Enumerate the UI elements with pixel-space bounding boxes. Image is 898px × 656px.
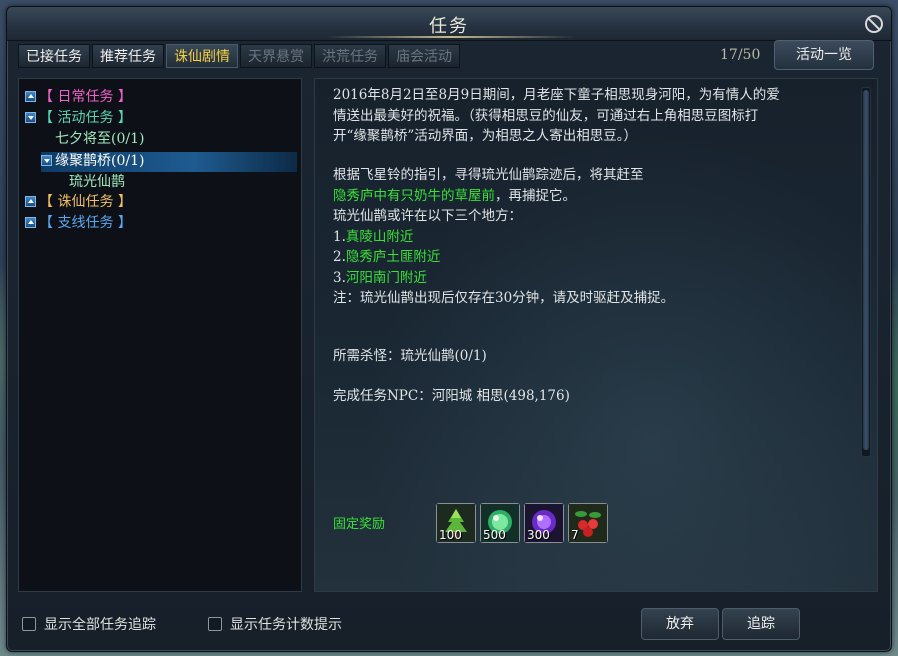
quest-tree-panel: 【 日常任务 】 【 活动任务 】 七夕将至(0/1) 缘聚鹊桥(0/1) 琉光… [18, 78, 302, 592]
intro-line: 情送出最美好的祝福。（获得相思豆的仙友，可通过右上角相思豆图标打 [333, 107, 759, 124]
expand-icon[interactable] [25, 195, 36, 207]
fixed-reward-label: 固定奖励 [333, 517, 386, 532]
reward-slot[interactable]: 300 [524, 503, 564, 543]
checkbox-label: 显示全部任务追踪 [44, 617, 156, 633]
category-label: 【 活动任务 】 [39, 110, 132, 126]
kill-requirement: 所需杀怪：琉光仙鹊(0/1) [333, 348, 487, 364]
category-label: 【 日常任务 】 [39, 89, 132, 105]
tab-accepted[interactable]: 已接任务 [18, 44, 90, 68]
show-count-tip-checkbox[interactable] [208, 617, 222, 631]
reward-count: 500 [483, 528, 506, 542]
scroll-thumb[interactable] [863, 90, 869, 450]
checkbox-label: 显示任务计数提示 [230, 617, 342, 633]
quest-label: 缘聚鹊桥(0/1) [55, 153, 145, 169]
category-label: 【 支线任务 】 [39, 215, 132, 231]
detail-scrollbar[interactable] [861, 87, 871, 457]
category-label: 【 诛仙任务 】 [39, 194, 132, 210]
tab-temple-fair[interactable]: 庙会活动 [388, 44, 460, 68]
show-count-tip-option[interactable]: 显示任务计数提示 [208, 614, 342, 634]
expand-icon[interactable] [25, 90, 36, 102]
quest-count: 17/50 [720, 47, 761, 63]
reward-count: 7 [571, 528, 579, 542]
guide-tail: ，再捕捉它。 [495, 187, 576, 204]
title-bar[interactable]: 任务 [7, 7, 891, 41]
tree-category-branch[interactable]: 【 支线任务 】 [25, 213, 132, 233]
collapse-icon[interactable] [41, 154, 52, 166]
tree-category-daily[interactable]: 【 日常任务 】 [25, 87, 132, 107]
location-number: 3. [333, 269, 346, 286]
quest-intro: 2016年8月2日至8月9日期间，月老座下童子相思现身河阳，为有情人的爱 情送出… [333, 85, 853, 147]
location-link[interactable]: 真陵山附近 [346, 229, 414, 245]
location-link[interactable]: 隐秀庐土匪附近 [346, 249, 441, 265]
activity-overview-button[interactable]: 活动一览 [774, 40, 874, 70]
location-number: 1. [333, 228, 346, 245]
tab-zhuxian-story[interactable]: 诛仙剧情 [166, 44, 238, 68]
quest-label: 七夕将至(0/1) [55, 131, 145, 147]
tab-heaven-bounty[interactable]: 天界悬赏 [240, 44, 312, 68]
tree-quest-yuanju-queqiao[interactable]: 缘聚鹊桥(0/1) [41, 151, 144, 171]
location-link[interactable]: 河阳南门附近 [346, 270, 427, 286]
track-button[interactable]: 追踪 [722, 608, 800, 640]
location-number: 2. [333, 249, 346, 265]
location-link[interactable]: 隐秀庐中有只奶牛的草屋前 [333, 188, 495, 204]
quest-guide: 根据飞星铃的指引，寻得琉光仙鹊踪迹后，将其赶至 隐秀庐中有只奶牛的草屋前，再捕捉… [333, 165, 853, 309]
abandon-button[interactable]: 放弃 [641, 608, 719, 640]
reward-count: 100 [439, 528, 462, 542]
close-icon[interactable] [865, 15, 883, 33]
intro-line: 2016年8月2日至8月9日期间，月老座下童子相思现身河阳，为有情人的爱 [333, 87, 780, 103]
show-all-tracking-checkbox[interactable] [22, 617, 36, 631]
quest-detail-panel: 2016年8月2日至8月9日期间，月老座下童子相思现身河阳，为有情人的爱 情送出… [314, 78, 878, 592]
location-item: 2.隐秀庐土匪附近 [333, 247, 853, 268]
tree-subquest-liuguang[interactable]: 琉光仙鹊 [69, 172, 125, 192]
tree-category-zhuxian[interactable]: 【 诛仙任务 】 [25, 192, 132, 212]
quest-note: 注：琉光仙鹊出现后仅存在30分钟，请及时驱赶及捕捉。 [333, 290, 675, 306]
guide-line: 隐秀庐中有只奶牛的草屋前，再捕捉它。 [333, 186, 853, 207]
reward-slot[interactable]: 100 [436, 503, 476, 543]
expand-icon[interactable] [25, 216, 36, 228]
guide-line: 根据飞星铃的指引，寻得琉光仙鹊踪迹后，将其赶至 [333, 167, 644, 183]
tab-primordial[interactable]: 洪荒任务 [314, 44, 386, 68]
subquest-label: 琉光仙鹊 [69, 174, 125, 190]
window-title: 任务 [429, 16, 469, 37]
show-all-tracking-option[interactable]: 显示全部任务追踪 [22, 614, 156, 634]
location-item: 3.河阳南门附近 [333, 268, 853, 289]
complete-npc: 完成任务NPC：河阳城 相思(498,176) [333, 388, 570, 404]
location-item: 1.真陵山附近 [333, 227, 853, 248]
locations-header: 琉光仙鹊或许在以下三个地方： [333, 208, 522, 224]
title-ornament [326, 36, 576, 38]
tab-recommended[interactable]: 推荐任务 [92, 44, 164, 68]
collapse-icon[interactable] [25, 111, 36, 123]
reward-slot[interactable]: 7 [568, 503, 608, 543]
quest-tabs: 已接任务 推荐任务 诛仙剧情 天界悬赏 洪荒任务 庙会活动 [18, 44, 462, 68]
tree-quest-qixi[interactable]: 七夕将至(0/1) [55, 129, 144, 149]
reward-slot[interactable]: 500 [480, 503, 520, 543]
tree-category-activity[interactable]: 【 活动任务 】 [25, 108, 132, 128]
reward-count: 300 [527, 528, 550, 542]
intro-line: 开“缘聚鹊桥”活动界面，为相思之人寄出相思豆。） [333, 128, 638, 144]
